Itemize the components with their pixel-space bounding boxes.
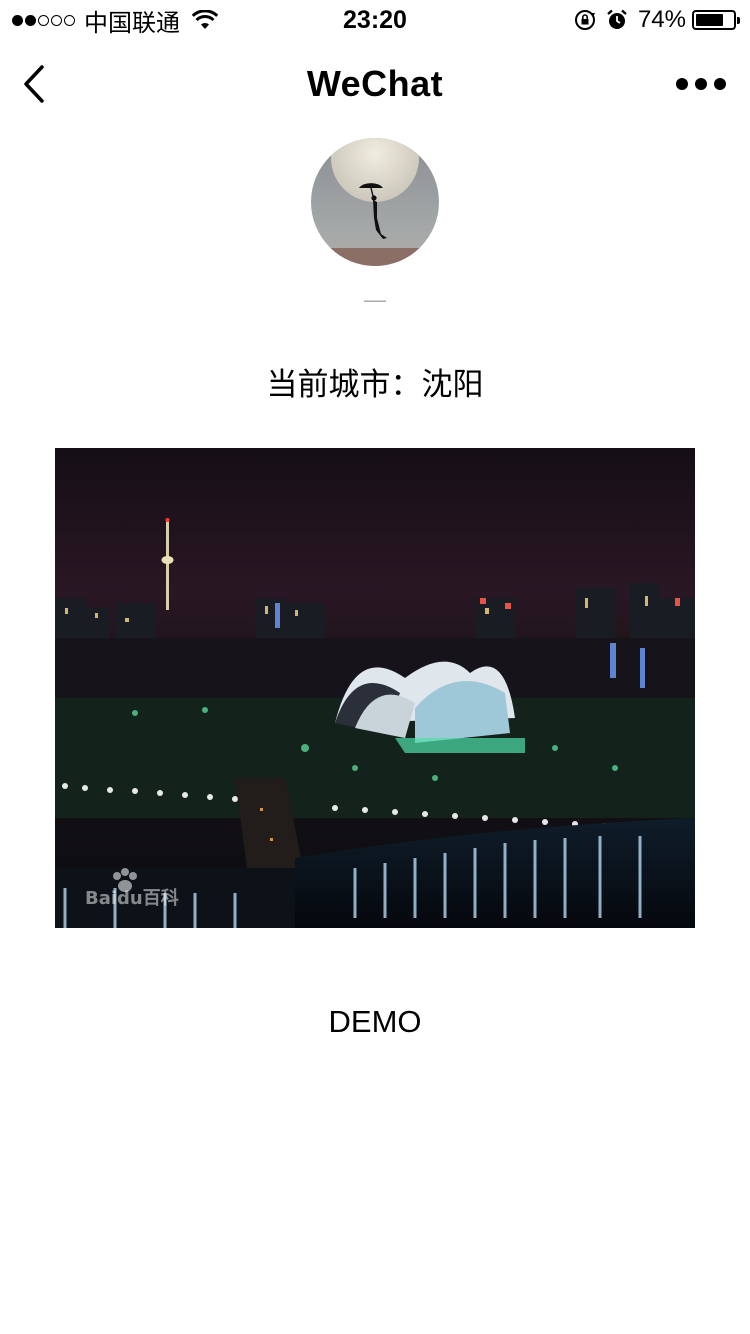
avatar[interactable] [311,138,439,266]
current-city-label: 当前城市：沈阳 [266,367,484,403]
status-right: 74% [564,4,740,36]
nickname: — [364,287,386,312]
nav-bar: WeChat [0,40,750,128]
alarm-icon [606,9,628,31]
more-button[interactable] [676,70,726,98]
city-night-photo-icon [55,448,695,928]
battery-icon [692,10,740,30]
umbrella-figure-icon [311,138,439,266]
status-bar: 中国联通 23:20 74% [0,0,750,40]
orientation-lock-icon [574,9,596,31]
city-photo: Baidu百科 [55,448,695,928]
battery-percentage: 74% [637,6,686,33]
page-title: WeChat [306,63,444,104]
more-dots-icon [676,78,688,90]
image-watermark: Baidu百科 [85,888,179,909]
demo-label: DEMO [328,1004,422,1039]
